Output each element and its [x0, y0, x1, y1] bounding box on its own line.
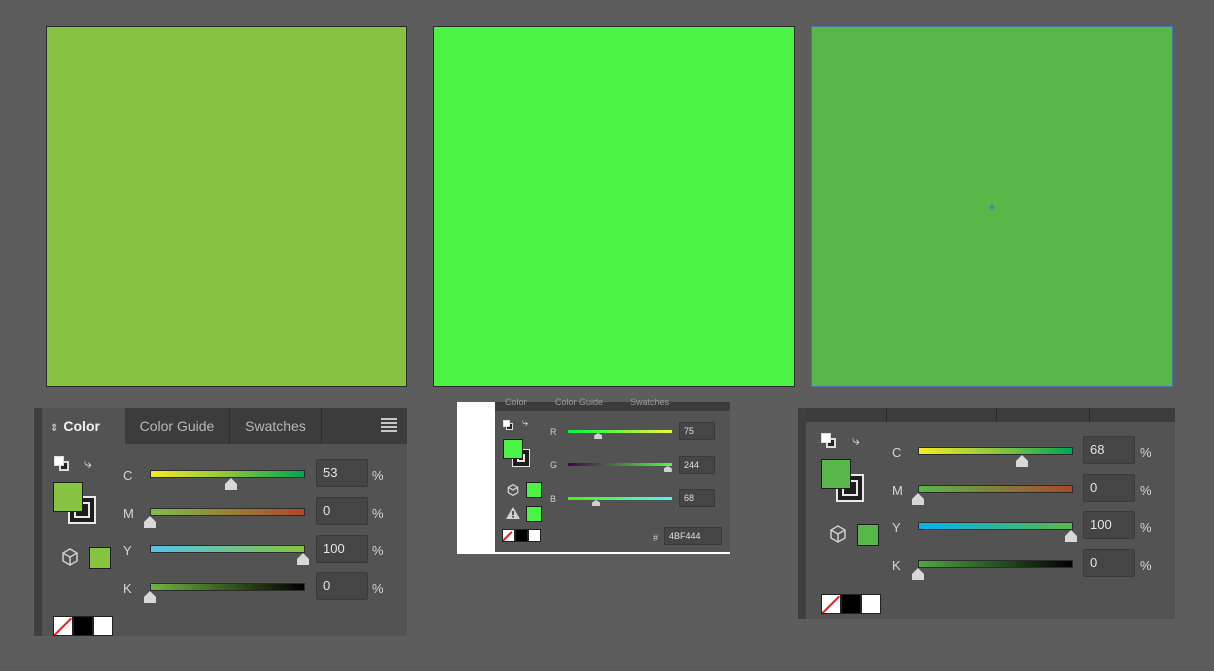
- out-of-web-color-cube-icon[interactable]: [829, 525, 847, 548]
- slider-black[interactable]: [918, 560, 1073, 568]
- slider-thumb-green[interactable]: [663, 466, 672, 472]
- tab-swatches[interactable]: Swatches: [630, 397, 669, 407]
- unit-percent-y: %: [372, 543, 384, 558]
- unit-percent-m: %: [372, 506, 384, 521]
- none-swatch[interactable]: [821, 594, 841, 614]
- web-safe-color-swatch[interactable]: [526, 482, 542, 498]
- slider-blue[interactable]: [568, 497, 672, 500]
- slider-thumb-blue[interactable]: [592, 500, 601, 506]
- value-field-r[interactable]: 75: [679, 422, 715, 440]
- value-field-c[interactable]: 53: [316, 459, 368, 487]
- gamut-color-swatch[interactable]: [526, 506, 542, 522]
- swap-fill-stroke-icon[interactable]: ⤷: [852, 432, 860, 449]
- tab-color-guide[interactable]: Color Guide: [555, 397, 603, 407]
- canvas-white-area: [457, 402, 495, 554]
- fill-swatch[interactable]: [53, 482, 83, 512]
- value-field-m[interactable]: 0: [1083, 474, 1135, 502]
- channel-label-r: R: [550, 427, 557, 437]
- value-field-y[interactable]: 100: [1083, 511, 1135, 539]
- unit-percent-c: %: [372, 468, 384, 483]
- panel-tab-bar: [806, 408, 1175, 422]
- center-point-icon: [990, 205, 994, 209]
- fill-swatch[interactable]: [821, 459, 851, 489]
- swap-fill-stroke-icon[interactable]: ⤷: [522, 417, 528, 430]
- swatch-middle: [433, 26, 795, 387]
- unit-percent-k: %: [372, 581, 384, 596]
- out-of-web-color-cube-icon[interactable]: [507, 483, 519, 501]
- swap-fill-stroke-icon[interactable]: ⤷: [84, 455, 92, 472]
- none-swatch[interactable]: [53, 616, 73, 636]
- unit-percent-c: %: [1140, 445, 1152, 460]
- web-safe-color-swatch[interactable]: [857, 524, 879, 546]
- value-field-k[interactable]: 0: [1083, 549, 1135, 577]
- swatch-left: [46, 26, 407, 387]
- color-panel-rgb: Color Color Guide Swatches ⤷ R G B 75 24…: [495, 397, 730, 554]
- panel-menu-icon[interactable]: [381, 418, 397, 432]
- color-panel-cmyk-right: ⤷ C M Y K 68 0 100 0 % % % %: [798, 408, 1175, 619]
- black-swatch[interactable]: [841, 594, 861, 614]
- hex-label: #: [653, 533, 659, 543]
- slider-magenta[interactable]: [918, 485, 1073, 493]
- unit-percent-k: %: [1140, 558, 1152, 573]
- value-field-b[interactable]: 68: [679, 489, 715, 507]
- slider-thumb-red[interactable]: [594, 433, 603, 439]
- swatch-right-selected[interactable]: [811, 26, 1173, 387]
- white-swatch[interactable]: [861, 594, 881, 614]
- tab-color[interactable]: Color: [505, 397, 527, 407]
- fill-swatch[interactable]: [503, 439, 523, 459]
- tab-color-guide[interactable]: Color Guide: [125, 408, 230, 444]
- collapse-arrows-icon[interactable]: ⇕: [50, 423, 58, 434]
- channel-label-m: M: [892, 483, 903, 498]
- black-swatch[interactable]: [515, 529, 528, 542]
- channel-label-g: G: [550, 460, 558, 470]
- web-safe-color-swatch[interactable]: [89, 547, 111, 569]
- value-field-m[interactable]: 0: [316, 497, 368, 525]
- slider-cyan[interactable]: [150, 470, 305, 478]
- black-swatch[interactable]: [73, 616, 93, 636]
- channel-label-y: Y: [123, 543, 132, 558]
- channel-label-k: K: [123, 581, 132, 596]
- channel-label-y: Y: [892, 520, 901, 535]
- tab-swatches[interactable]: Swatches: [230, 408, 322, 444]
- channel-label-m: M: [123, 506, 134, 521]
- slider-yellow[interactable]: [150, 545, 305, 553]
- color-panel-cmyk-left: ⇕ Color Color Guide Swatches ⤷ C M Y K 53…: [34, 408, 407, 636]
- panel-tab-bar: Color Color Guide Swatches: [495, 397, 730, 411]
- slider-cyan[interactable]: [918, 447, 1073, 455]
- unit-percent-y: %: [1140, 520, 1152, 535]
- unit-percent-m: %: [1140, 483, 1152, 498]
- slider-green[interactable]: [568, 463, 672, 466]
- hex-field[interactable]: 4BF444: [664, 527, 722, 545]
- default-fill-stroke-icon[interactable]: [821, 433, 837, 449]
- slider-yellow[interactable]: [918, 522, 1073, 530]
- value-field-c[interactable]: 68: [1083, 436, 1135, 464]
- value-field-k[interactable]: 0: [316, 572, 368, 600]
- slider-black[interactable]: [150, 583, 305, 591]
- white-swatch[interactable]: [93, 616, 113, 636]
- channel-label-b: B: [550, 494, 557, 504]
- out-of-gamut-warning-icon[interactable]: [505, 506, 521, 525]
- value-field-g[interactable]: 244: [679, 456, 715, 474]
- default-fill-stroke-icon[interactable]: [503, 420, 513, 430]
- channel-label-c: C: [892, 445, 902, 460]
- default-fill-stroke-icon[interactable]: [54, 456, 70, 472]
- none-swatch[interactable]: [502, 529, 515, 542]
- white-swatch[interactable]: [528, 529, 541, 542]
- channel-label-c: C: [123, 468, 133, 483]
- channel-label-k: K: [892, 558, 901, 573]
- panel-tab-bar: ⇕ Color Color Guide Swatches: [42, 408, 407, 444]
- value-field-y[interactable]: 100: [316, 535, 368, 563]
- slider-magenta[interactable]: [150, 508, 305, 516]
- out-of-web-color-cube-icon[interactable]: [61, 548, 79, 571]
- tab-color[interactable]: ⇕ Color: [42, 408, 125, 444]
- slider-red[interactable]: [568, 430, 672, 433]
